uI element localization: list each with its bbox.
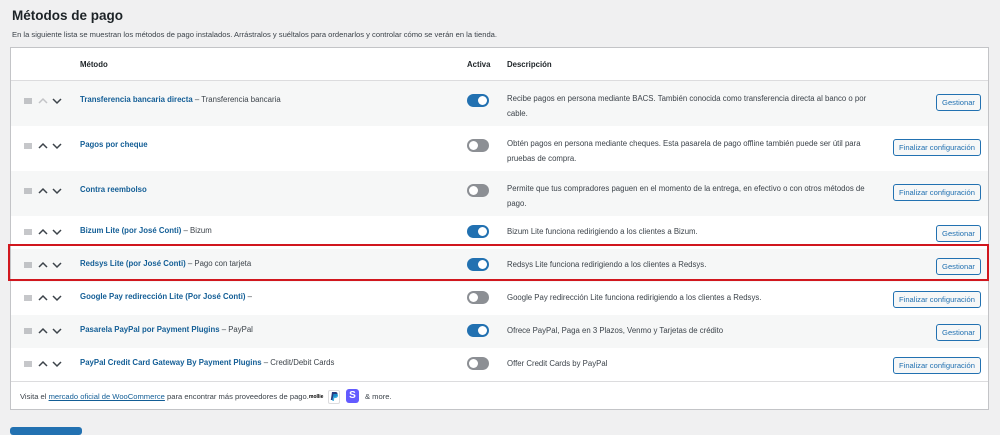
move-down-icon[interactable] xyxy=(52,260,62,270)
drag-handle-icon[interactable] xyxy=(23,141,33,151)
paypal-logo xyxy=(328,390,340,404)
enable-toggle[interactable] xyxy=(467,225,489,238)
method-link[interactable]: Pagos por cheque xyxy=(80,140,148,149)
method-description: Permite que tus compradores paguen en el… xyxy=(507,184,865,208)
table-row: PayPal Credit Card Gateway By Payment Pl… xyxy=(11,348,988,381)
method-name: Pasarela PayPal por Payment Plugins – Pa… xyxy=(80,325,253,334)
method-name: Redsys Lite (por José Conti) – Pago con … xyxy=(80,259,252,268)
enable-toggle[interactable] xyxy=(467,184,489,197)
move-up-icon[interactable] xyxy=(38,293,48,303)
move-up-icon[interactable] xyxy=(38,96,48,106)
enable-toggle[interactable] xyxy=(467,324,489,337)
table-row: Pasarela PayPal por Payment Plugins – Pa… xyxy=(11,315,988,348)
enable-toggle[interactable] xyxy=(467,94,489,107)
move-up-icon[interactable] xyxy=(38,326,48,336)
move-up-icon[interactable] xyxy=(38,186,48,196)
move-down-icon[interactable] xyxy=(52,96,62,106)
marketplace-link[interactable]: mercado oficial de WooCommerce xyxy=(49,392,165,401)
finish-setup-button[interactable]: Finalizar configuración xyxy=(893,139,981,156)
table-row: Pagos por cheque Obtén pagos en persona m… xyxy=(11,126,988,171)
payment-methods-table: Método Activa Descripción Transferencia … xyxy=(10,47,989,410)
more-providers-text: & more. xyxy=(365,392,392,401)
manage-button[interactable]: Gestionar xyxy=(936,225,981,242)
drag-handle-icon[interactable] xyxy=(23,227,33,237)
finish-setup-button[interactable]: Finalizar configuración xyxy=(893,357,981,374)
method-description: Obtén pagos en persona mediante cheques.… xyxy=(507,139,861,163)
finish-setup-button[interactable]: Finalizar configuración xyxy=(893,291,981,308)
drag-handle-icon[interactable] xyxy=(23,293,33,303)
manage-button[interactable]: Gestionar xyxy=(936,258,981,275)
table-row: Google Pay redirección Lite (Por José Co… xyxy=(11,282,988,315)
method-link[interactable]: Redsys Lite (por José Conti) xyxy=(80,259,186,268)
table-row: Contra reembolso Permite que tus comprado… xyxy=(11,171,988,216)
page-description: En la siguiente lista se muestran los mé… xyxy=(12,30,497,39)
save-changes-button[interactable] xyxy=(10,427,82,435)
table-row: Transferencia bancaria directa – Transfe… xyxy=(11,81,988,126)
move-down-icon[interactable] xyxy=(52,326,62,336)
drag-handle-icon[interactable] xyxy=(23,96,33,106)
method-description: Offer Credit Cards by PayPal xyxy=(507,359,608,368)
move-up-icon[interactable] xyxy=(38,260,48,270)
method-link[interactable]: Pasarela PayPal por Payment Plugins xyxy=(80,325,220,334)
drag-handle-icon[interactable] xyxy=(23,359,33,369)
drag-handle-icon[interactable] xyxy=(23,186,33,196)
move-up-icon[interactable] xyxy=(38,359,48,369)
method-name: Transferencia bancaria directa – Transfe… xyxy=(80,95,281,104)
finish-setup-button[interactable]: Finalizar configuración xyxy=(893,184,981,201)
method-name: Pagos por cheque xyxy=(80,140,148,149)
table-header: Método Activa Descripción xyxy=(11,48,988,81)
method-link[interactable]: Google Pay redirección Lite (Por José Co… xyxy=(80,292,246,301)
move-down-icon[interactable] xyxy=(52,359,62,369)
method-name: Bizum Lite (por José Conti) – Bizum xyxy=(80,226,212,235)
manage-button[interactable]: Gestionar xyxy=(936,94,981,111)
column-active: Activa xyxy=(467,60,491,69)
manage-button[interactable]: Gestionar xyxy=(936,324,981,341)
mollie-logo: mollie xyxy=(309,394,324,400)
column-method: Método xyxy=(80,60,108,69)
table-footer: Visita el mercado oficial de WooCommerce… xyxy=(11,381,988,411)
method-description: Google Pay redirección Lite funciona red… xyxy=(507,293,762,302)
table-row: Redsys Lite (por José Conti) – Pago con … xyxy=(11,249,988,282)
enable-toggle[interactable] xyxy=(467,357,489,370)
method-name: Google Pay redirección Lite (Por José Co… xyxy=(80,292,253,301)
move-down-icon[interactable] xyxy=(52,186,62,196)
method-description: Ofrece PayPal, Paga en 3 Plazos, Venmo y… xyxy=(507,326,724,335)
column-description: Descripción xyxy=(507,60,552,69)
page-title: Métodos de pago xyxy=(12,8,123,23)
move-up-icon[interactable] xyxy=(38,227,48,237)
footer-text: Visita el mercado oficial de WooCommerce… xyxy=(20,392,309,401)
enable-toggle[interactable] xyxy=(467,291,489,304)
move-down-icon[interactable] xyxy=(52,227,62,237)
table-row: Bizum Lite (por José Conti) – Bizum Bizum… xyxy=(11,216,988,249)
method-description: Redsys Lite funciona redirigiendo a los … xyxy=(507,260,707,269)
method-name: Contra reembolso xyxy=(80,185,147,194)
method-link[interactable]: Bizum Lite (por José Conti) xyxy=(80,226,181,235)
method-description: Recibe pagos en persona mediante BACS. T… xyxy=(507,94,867,118)
method-description: Bizum Lite funciona redirigiendo a los c… xyxy=(507,227,698,236)
stripe-logo: S xyxy=(346,389,359,403)
move-up-icon[interactable] xyxy=(38,141,48,151)
drag-handle-icon[interactable] xyxy=(23,326,33,336)
method-link[interactable]: Contra reembolso xyxy=(80,185,147,194)
method-name: PayPal Credit Card Gateway By Payment Pl… xyxy=(80,358,335,367)
move-down-icon[interactable] xyxy=(52,141,62,151)
method-link[interactable]: Transferencia bancaria directa xyxy=(80,95,193,104)
move-down-icon[interactable] xyxy=(52,293,62,303)
method-link[interactable]: PayPal Credit Card Gateway By Payment Pl… xyxy=(80,358,262,367)
enable-toggle[interactable] xyxy=(467,258,489,271)
drag-handle-icon[interactable] xyxy=(23,260,33,270)
enable-toggle[interactable] xyxy=(467,139,489,152)
